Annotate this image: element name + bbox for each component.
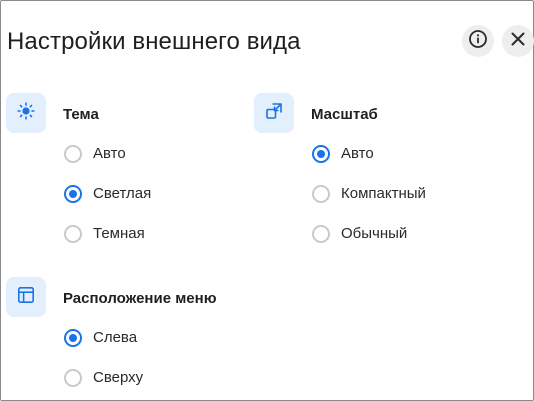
resize-icon — [264, 101, 284, 126]
layout-icon-tile — [6, 277, 46, 317]
option-label: Светлая — [93, 185, 152, 202]
info-circle-icon — [468, 29, 488, 54]
radio-unchecked[interactable] — [64, 369, 82, 387]
close-button[interactable] — [502, 25, 534, 57]
radio-unchecked[interactable] — [312, 225, 330, 243]
appearance-settings-dialog: Настройки внешнего вида Тема Авто Светла… — [0, 0, 534, 401]
option-label: Авто — [93, 145, 126, 162]
sun-icon — [16, 101, 36, 126]
theme-option-dark[interactable]: Темная — [64, 221, 145, 247]
option-label: Обычный — [341, 225, 408, 242]
theme-section-title: Тема — [63, 106, 99, 123]
option-label: Авто — [341, 145, 374, 162]
resize-icon-tile — [254, 93, 294, 133]
scale-option-normal[interactable]: Обычный — [312, 221, 407, 247]
sun-icon-tile — [6, 93, 46, 133]
layout-icon — [16, 285, 36, 310]
dialog-title: Настройки внешнего вида — [7, 28, 301, 55]
radio-checked[interactable] — [312, 145, 330, 163]
radio-checked[interactable] — [64, 185, 82, 203]
radio-checked[interactable] — [64, 329, 82, 347]
theme-option-auto[interactable]: Авто — [64, 141, 126, 167]
menu-option-top[interactable]: Сверху — [64, 365, 143, 391]
option-label: Компактный — [341, 185, 426, 202]
option-label: Темная — [93, 225, 145, 242]
radio-unchecked[interactable] — [312, 185, 330, 203]
scale-section-title: Масштаб — [311, 106, 378, 123]
scale-option-auto[interactable]: Авто — [312, 141, 374, 167]
info-button[interactable] — [462, 25, 494, 57]
radio-unchecked[interactable] — [64, 225, 82, 243]
option-label: Слева — [93, 329, 138, 346]
option-label: Сверху — [93, 369, 144, 386]
close-icon — [509, 30, 527, 53]
scale-option-compact[interactable]: Компактный — [312, 181, 426, 207]
menu-position-section-title: Расположение меню — [63, 290, 217, 307]
radio-unchecked[interactable] — [64, 145, 82, 163]
theme-option-light[interactable]: Светлая — [64, 181, 151, 207]
menu-option-left[interactable]: Слева — [64, 325, 137, 351]
